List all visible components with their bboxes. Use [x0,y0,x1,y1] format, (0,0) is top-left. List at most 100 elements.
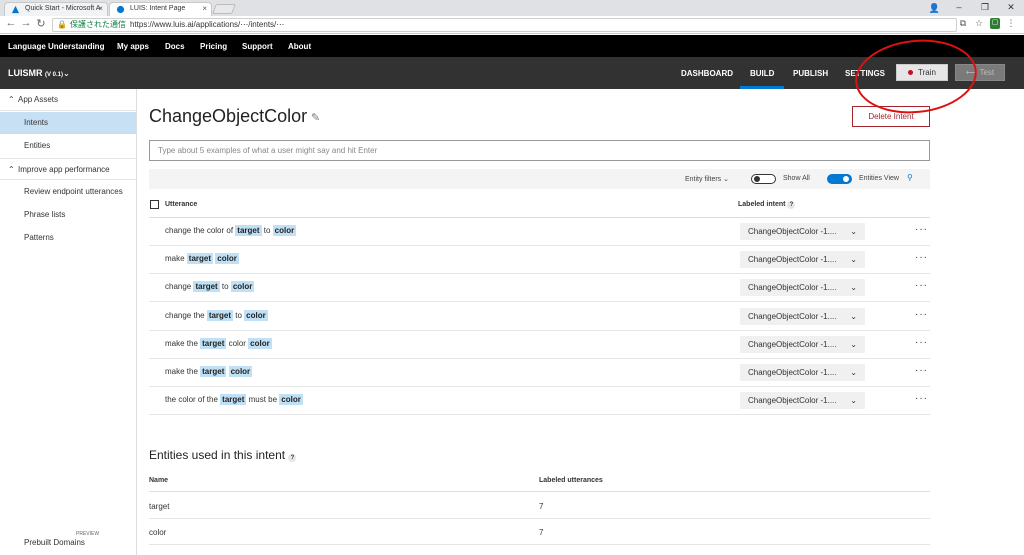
test-button[interactable]: ⟵ Test [955,64,1005,81]
table-row: change the target to color ChangeObjectCo… [149,303,930,331]
table-row: change target to color ChangeObjectColor … [149,274,930,303]
sidebar-item-label: Review endpoint utterances [24,187,123,196]
utterance-text[interactable]: make target color [165,253,239,265]
menu-icon[interactable]: ⋮ [1006,18,1016,29]
utterance-input[interactable]: Type about 5 examples of what a user mig… [149,140,930,161]
edit-pencil-icon[interactable]: ✎ [311,111,320,124]
close-tab-icon[interactable]: × [98,3,103,15]
utterance-fragment: to [233,310,245,320]
search-icon[interactable]: ⚲ [907,173,913,182]
more-options-icon[interactable]: ··· [915,224,928,235]
help-icon[interactable]: ? [787,201,796,209]
labeled-intent-dropdown[interactable]: ChangeObjectColor -1.... ⌄ [740,279,865,297]
entity-label[interactable]: color [279,394,303,406]
labeled-intent-dropdown[interactable]: ChangeObjectColor -1.... ⌄ [740,307,865,325]
extension-icon[interactable]: ▢ [990,18,1000,29]
more-options-icon[interactable]: ··· [915,309,928,320]
delete-intent-button[interactable]: Delete Intent [852,106,930,127]
entities-view-label: Entities View [859,175,899,182]
entities-section-title: Entities used in this intent ? [149,448,297,462]
globe-icon [116,5,125,14]
tab-dashboard[interactable]: DASHBOARD [681,69,733,78]
sidebar-item-patterns[interactable]: Patterns [0,227,136,249]
entity-label[interactable]: target [206,309,234,321]
arrow-left-icon: ⟵ [965,68,978,77]
entity-name[interactable]: color [149,528,166,537]
utterance-text[interactable]: change the color of target to color [165,225,297,236]
browser-tab-quickstart[interactable]: Quick Start - Microsoft A × [4,2,108,16]
entity-label[interactable]: color [215,253,239,265]
forward-icon[interactable]: → [19,17,33,29]
entity-label[interactable]: target [235,225,262,236]
utterance-text[interactable]: make the target color color [165,337,272,349]
profile-icon[interactable]: 👤 [929,3,940,14]
browser-tab-luis[interactable]: LUIS: Intent Page × [109,2,212,16]
labeled-intent-dropdown[interactable]: ChangeObjectColor -1.... ⌄ [740,335,865,353]
tab-publish[interactable]: PUBLISH [793,69,828,78]
app-navigation: LUISMR (V 0.1)⌄ DASHBOARD BUILD PUBLISH … [0,57,1024,89]
entity-row: target 7 [149,493,930,519]
back-icon[interactable]: ← [4,17,18,29]
entity-label[interactable]: color [228,366,253,377]
labeled-intent-dropdown[interactable]: ChangeObjectColor -1.... ⌄ [740,251,865,269]
entities-view-toggle[interactable] [827,174,852,184]
train-button[interactable]: Train [896,64,948,81]
translate-icon[interactable]: ⧉ [958,18,968,29]
tab-settings[interactable]: SETTINGS [845,69,885,78]
entity-label[interactable]: target [200,337,227,349]
utterance-text[interactable]: make the target color [165,366,253,377]
minimize-icon[interactable]: – [946,0,972,16]
entity-label[interactable]: target [200,366,227,377]
sidebar-section-app-assets[interactable]: ⌃ App Assets [0,89,136,111]
nav-pricing[interactable]: Pricing [200,42,227,51]
entity-name[interactable]: target [149,502,169,511]
reload-icon[interactable]: ↻ [34,17,48,30]
entity-label[interactable]: color [230,281,255,293]
entity-label[interactable]: color [272,225,297,236]
labeled-intent-dropdown[interactable]: ChangeObjectColor -1.... ⌄ [740,392,865,410]
nav-about[interactable]: About [288,42,311,51]
sidebar-item-phrase-lists[interactable]: Phrase lists [0,204,136,226]
utterance-text[interactable]: change target to color [165,281,255,293]
nav-my-apps[interactable]: My apps [117,42,149,51]
select-all-checkbox[interactable] [150,200,159,209]
utterance-text[interactable]: the color of the target must be color [165,394,303,406]
sidebar-section-improve[interactable]: ⌃ Improve app performance [0,158,136,180]
sidebar-item-prebuilt-domains[interactable]: Prebuilt Domains [24,538,85,547]
table-row: make the target color color ChangeObjectC… [149,331,930,359]
entity-label[interactable]: target [186,253,214,265]
entity-filters-dropdown[interactable]: Entity filters ⌄ [685,175,729,183]
utterance-fragment: change the color of [165,226,236,235]
utterance-text[interactable]: change the target to color [165,309,268,321]
nav-language-understanding[interactable]: Language Understanding [8,42,104,51]
tab-build[interactable]: BUILD [739,69,786,89]
show-all-toggle[interactable] [751,174,776,184]
sidebar-item-entities[interactable]: Entities [0,135,136,157]
more-options-icon[interactable]: ··· [915,280,928,291]
bookmark-star-icon[interactable]: ☆ [974,18,984,29]
labeled-intent-dropdown[interactable]: ChangeObjectColor -1.... ⌄ [740,223,865,240]
labeled-intent-value: ChangeObjectColor -1.... [748,283,837,293]
entity-label[interactable]: color [248,337,272,349]
tab-title: LUIS: Intent Page [130,5,186,12]
chevron-down-icon: ⌄ [850,368,857,377]
more-options-icon[interactable]: ··· [915,393,928,404]
new-tab-button[interactable] [212,4,236,14]
entity-label[interactable]: color [244,309,268,321]
sidebar-item-review-endpoint[interactable]: Review endpoint utterances [0,181,136,203]
more-options-icon[interactable]: ··· [915,252,928,263]
url-field[interactable]: 🔒 保護された通信 https://www.luis.ai/applications… [52,18,957,32]
app-selector[interactable]: LUISMR (V 0.1)⌄ [8,68,70,78]
close-tab-icon[interactable]: × [202,3,207,15]
entity-label[interactable]: target [220,394,247,406]
more-options-icon[interactable]: ··· [915,337,928,348]
nav-docs[interactable]: Docs [165,42,185,51]
entity-label[interactable]: target [193,281,220,293]
more-options-icon[interactable]: ··· [915,365,928,376]
help-icon[interactable]: ? [288,454,297,462]
nav-support[interactable]: Support [242,42,273,51]
close-window-icon[interactable]: ✕ [998,0,1024,16]
sidebar-item-intents[interactable]: Intents [0,112,136,134]
labeled-intent-dropdown[interactable]: ChangeObjectColor -1.... ⌄ [740,364,865,381]
maximize-icon[interactable]: ❐ [972,0,998,16]
